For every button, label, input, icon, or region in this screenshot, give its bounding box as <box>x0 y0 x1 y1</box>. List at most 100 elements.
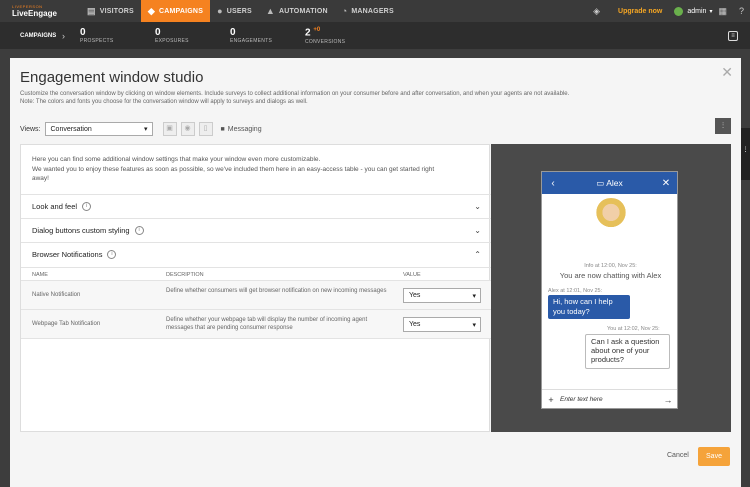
engagement-studio-modal: Engagement window studio ✕ Customize the… <box>10 58 741 487</box>
gauge-icon: ◔ <box>341 6 348 16</box>
info-icon[interactable]: i <box>107 250 117 259</box>
stat-label: ENGAGEMENTS <box>230 37 273 44</box>
help-icon[interactable]: ? <box>739 6 744 16</box>
stat-value: 2 <box>305 27 311 39</box>
agent-title: ▭ Alex <box>564 178 655 189</box>
description-text: Customize the conversation window by cli… <box>20 91 580 106</box>
page-title: Engagement window studio <box>20 69 204 86</box>
select-value: Yes <box>409 292 421 299</box>
close-icon[interactable]: ✕ <box>721 64 733 81</box>
stat-value: 0 <box>155 26 161 38</box>
agent-avatar[interactable] <box>592 198 630 236</box>
conversation-window-preview: ‹ ▭ Alex ✕ Info at 12:00, Nov 25: You ar… <box>541 171 678 409</box>
table-row: Native Notification Define whether consu… <box>21 281 491 310</box>
plus-icon[interactable]: + <box>542 395 560 405</box>
back-arrow-icon[interactable]: ‹ <box>542 178 564 189</box>
stat-value-group: 2 +0 <box>305 25 376 38</box>
webpage-tab-notification-select[interactable]: Yes ▾ <box>403 317 481 332</box>
accordion-dialog-buttons[interactable]: Dialog buttons custom styling i ⌄ <box>21 218 491 242</box>
message-input-area[interactable]: + Enter text here → <box>542 389 677 409</box>
chevron-down-icon: ▾ <box>472 292 476 300</box>
stat-label: EXPOSURES <box>155 37 189 44</box>
mobile-icon[interactable]: ▯ <box>198 122 213 136</box>
accordion-label: Browser Notifications <box>32 250 103 259</box>
stat-label: CONVERSIONS <box>305 38 346 45</box>
views-select-value: Conversation <box>50 125 92 133</box>
views-toolbar: Views: Conversation ▾ ▣ ◉ ▯ ■ Messaging <box>20 122 262 136</box>
row-name: Native Notification <box>32 292 81 298</box>
apps-grid-icon[interactable]: ▦ <box>718 6 727 17</box>
top-navigation-bar: LIVEPERSON LiveEngage ▤ VISITORS ◆ CAMPAIG… <box>0 0 750 22</box>
liveengage-logo[interactable]: LIVEPERSON LiveEngage <box>0 0 80 22</box>
stat-prospects: 0 PROSPECTS <box>76 27 151 45</box>
accordion-label: Dialog buttons custom styling <box>32 226 130 235</box>
row-description: Define whether your webpage tab will dis… <box>166 317 368 331</box>
nav-campaigns-label: CAMPAIGNS <box>159 7 204 15</box>
close-icon[interactable]: ✕ <box>655 178 677 189</box>
side-drawer-handle-icon[interactable]: ⋮ <box>741 128 750 180</box>
admin-label: admin <box>687 7 707 15</box>
nav-automation[interactable]: ▲ AUTOMATION <box>259 0 335 22</box>
top-right-group: ◈ Upgrade now admin ▾ ▦ ? <box>587 0 750 22</box>
chat-bubble-icon: ▭ <box>596 177 605 188</box>
nav-visitors-label: VISITORS <box>99 7 134 15</box>
stat-conversions: 2 +0 CONVERSIONS <box>301 25 376 45</box>
user-timestamp: You at 12:02, Nov 25: <box>607 326 660 332</box>
chevron-down-icon: ⌄ <box>474 202 481 211</box>
cancel-button[interactable]: Cancel <box>667 452 689 459</box>
column-header-value: VALUE <box>403 272 421 278</box>
nav-visitors[interactable]: ▤ VISITORS <box>80 0 141 22</box>
panel-toggle-icon[interactable]: ≡ <box>728 30 738 41</box>
online-status-icon <box>674 6 684 16</box>
agent-bubble[interactable]: Hi, how can I help you today? <box>548 295 630 319</box>
native-notification-select[interactable]: Yes ▾ <box>403 288 481 303</box>
views-select[interactable]: Conversation ▾ <box>44 122 153 136</box>
visitor-bubble[interactable]: Can I ask a question about one of your p… <box>585 334 670 369</box>
chevron-right-icon[interactable]: › <box>62 31 76 41</box>
messaging-view[interactable]: ■ Messaging <box>221 126 262 133</box>
column-header-description: DESCRIPTION <box>166 272 204 278</box>
info-icon[interactable]: i <box>82 202 92 211</box>
system-message[interactable]: You are now chatting with Alex <box>542 271 679 280</box>
survey-icon[interactable]: ▣ <box>162 122 177 136</box>
logo-product: LiveEngage <box>12 9 57 18</box>
nav-campaigns[interactable]: ◆ CAMPAIGNS <box>140 0 211 22</box>
nav-users-label: USERS <box>226 7 252 15</box>
nav-managers-label: MANAGERS <box>351 7 394 15</box>
intro-text: Here you can find some additional window… <box>32 155 452 184</box>
save-button[interactable]: Save <box>698 447 730 466</box>
row-description: Define whether consumers will get browse… <box>166 288 387 294</box>
row-name: Webpage Tab Notification <box>32 321 101 327</box>
nav-automation-label: AUTOMATION <box>278 7 328 15</box>
stat-delta: +0 <box>313 27 321 34</box>
user-icon: ● <box>217 6 223 16</box>
admin-menu[interactable]: admin ▾ <box>674 6 713 16</box>
nav-managers[interactable]: ◔ MANAGERS <box>335 0 401 22</box>
accordion-look-and-feel[interactable]: Look and feel i ⌄ <box>21 194 491 218</box>
chevron-down-icon: ▾ <box>709 8 713 15</box>
agent-timestamp: Alex at 12:01, Nov 25: <box>548 288 603 294</box>
upgrade-link[interactable]: Upgrade now <box>618 8 662 15</box>
message-input-placeholder: Enter text here <box>560 396 603 403</box>
offline-icon[interactable]: ◉ <box>180 122 195 136</box>
chevron-down-icon: ▾ <box>472 321 476 329</box>
table-row: Webpage Tab Notification Define whether … <box>21 310 491 339</box>
agent-name: Alex <box>606 177 623 188</box>
nav-users[interactable]: ● USERS <box>210 0 259 22</box>
stat-exposures: 0 EXPOSURES <box>151 27 226 45</box>
settings-sliders-icon[interactable]: ⫶ <box>715 118 731 134</box>
window-header[interactable]: ‹ ▭ Alex ✕ <box>542 172 677 194</box>
preview-panel: ‹ ▭ Alex ✕ Info at 12:00, Nov 25: You ar… <box>491 144 731 432</box>
info-icon[interactable]: i <box>134 226 144 235</box>
layers-icon[interactable]: ◈ <box>593 6 600 17</box>
speech-bubble-icon: ■ <box>220 125 225 133</box>
accordion-browser-notifications[interactable]: Browser Notifications i ⌃ <box>21 242 491 266</box>
campaign-stats-bar: CAMPAIGNS › 0 PROSPECTS 0 EXPOSURES 0 ENGAG… <box>0 22 750 49</box>
chevron-down-icon: ⌄ <box>474 226 481 235</box>
table-header: NAME DESCRIPTION VALUE <box>21 267 491 281</box>
section-label: CAMPAIGNS <box>20 32 57 39</box>
tag-icon: ◆ <box>147 5 155 16</box>
description-main: Customize the conversation window by cli… <box>20 91 570 97</box>
automation-icon: ▲ <box>265 6 275 16</box>
send-arrow-icon[interactable]: → <box>659 395 677 405</box>
